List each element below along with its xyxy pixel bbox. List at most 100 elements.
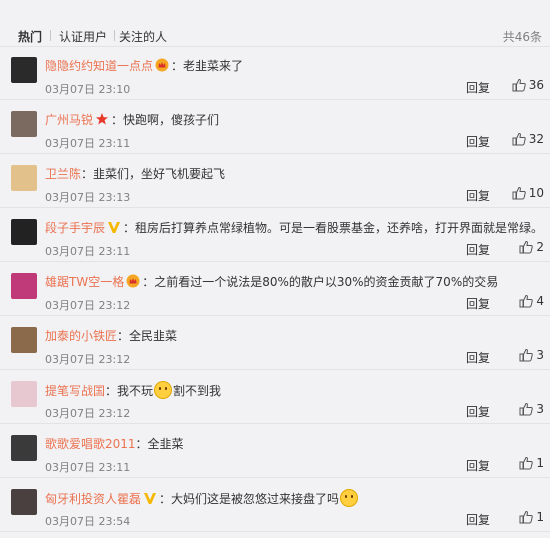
comment-line: 广州马锐 ：快跑啊，傻孩子们 [45, 111, 542, 129]
comment-row: 匈牙利投资人瞿磊 ：大妈们这是被忽悠过来接盘了吗 03月07日 23:54 回复 1 [0, 478, 550, 532]
like-button[interactable]: 4 [519, 294, 544, 310]
avatar[interactable] [11, 327, 37, 353]
comment-count: 共46条 [502, 30, 542, 44]
comment-line: 歌歌爱唱歌2011：全韭菜 [45, 435, 542, 453]
thumb-up-icon [512, 132, 526, 146]
comment-text: ：老韭菜来了 [171, 59, 244, 73]
avatar[interactable] [11, 435, 37, 461]
like-button[interactable]: 1 [519, 456, 544, 472]
comment-text: ：租房后打算养点常绿植物。可是一看股票基金，还养啥，打开界面就是常绿。 [123, 221, 542, 235]
comment-timestamp: 03月07日 23:12 [45, 407, 131, 420]
thumb-up-icon [519, 294, 534, 308]
comment-text: ：韭菜们，坐好飞机要起飞 [81, 167, 226, 181]
thumb-up-icon [519, 510, 534, 524]
avatar[interactable] [11, 219, 37, 245]
comment-username[interactable]: 匈牙利投资人瞿磊 [45, 492, 141, 506]
comment-row: 卫兰陈：韭菜们，坐好飞机要起飞 03月07日 23:13 回复 10 [0, 154, 550, 208]
comment-text: ：全民韭菜 [117, 329, 178, 343]
reply-button[interactable]: 回复 [466, 457, 490, 474]
comment-row: 段子手宇辰 ：租房后打算养点常绿植物。可是一看股票基金，还养啥，打开界面就是常绿。… [0, 208, 550, 262]
comment-line: 提笔写战国：我不玩 割不到我 [45, 381, 542, 399]
like-button[interactable]: 3 [519, 348, 544, 364]
like-count: 36 [528, 78, 544, 92]
comment-line: 加泰的小铁匠：全民韭菜 [45, 327, 542, 345]
like-count: 4 [536, 294, 544, 308]
comment-username[interactable]: 提笔写战国 [45, 384, 105, 398]
comment-text: ：快跑啊，傻孩子们 [111, 113, 220, 127]
reply-button[interactable]: 回复 [466, 79, 490, 96]
like-count: 3 [536, 402, 544, 416]
avatar[interactable] [11, 489, 37, 515]
like-button[interactable]: 32 [512, 132, 544, 148]
like-count: 3 [536, 348, 544, 362]
laugh-emoji [340, 489, 359, 507]
comment-username[interactable]: 雄踞TW空一格 [45, 275, 124, 289]
reply-button[interactable]: 回复 [466, 403, 490, 420]
tab-hot[interactable]: 热门 [18, 28, 42, 45]
tab-following[interactable]: 关注的人 [119, 28, 167, 45]
comment-timestamp: 03月07日 23:11 [45, 461, 131, 474]
comment-timestamp: 03月07日 23:54 [45, 515, 131, 528]
comment-row: 提笔写战国：我不玩 割不到我 03月07日 23:12 回复 3 [0, 370, 550, 424]
avatar[interactable] [11, 165, 37, 191]
comment-username[interactable]: 歌歌爱唱歌2011 [45, 437, 136, 451]
comment-username[interactable]: 卫兰陈 [45, 167, 81, 181]
like-count: 2 [536, 240, 544, 254]
comment-username[interactable]: 隐隐约约知道一点点 [45, 59, 153, 73]
comment-timestamp: 03月07日 23:12 [45, 299, 131, 312]
crown-icon [126, 274, 140, 288]
comment-username[interactable]: 段子手宇辰 [45, 221, 105, 235]
comment-text-tail: 割不到我 [173, 384, 222, 398]
like-button[interactable]: 3 [519, 402, 544, 418]
tab-verified-users[interactable]: 认证用户 [59, 28, 107, 45]
comment-tabs: 热门 认证用户 关注的人 共46条 [0, 0, 550, 47]
reply-button[interactable]: 回复 [466, 511, 490, 528]
reply-button[interactable]: 回复 [466, 295, 490, 312]
comment-list: 隐隐约约知道一点点 ：老韭菜来了 03月07日 23:10 回复 36 广州马锐 ：快跑啊，… [0, 46, 550, 532]
v-icon [144, 493, 157, 504]
thumb-up-icon [519, 456, 534, 470]
comment-username[interactable]: 加泰的小铁匠 [45, 329, 117, 343]
reply-button[interactable]: 回复 [466, 187, 490, 204]
comment-row: 加泰的小铁匠：全民韭菜 03月07日 23:12 回复 3 [0, 316, 550, 370]
like-count: 1 [536, 510, 544, 524]
avatar[interactable] [11, 273, 37, 299]
thumb-up-icon [512, 78, 526, 92]
comment-row: 歌歌爱唱歌2011：全韭菜 03月07日 23:11 回复 1 [0, 424, 550, 478]
like-button[interactable]: 36 [512, 78, 544, 94]
comment-text: ：全韭菜 [135, 437, 184, 451]
comment-text: ：大妈们这是被忽悠过来接盘了吗 [159, 492, 340, 506]
star-icon [96, 113, 109, 125]
comment-timestamp: 03月07日 23:12 [45, 353, 131, 366]
v-icon [108, 222, 121, 233]
like-button[interactable]: 1 [519, 510, 544, 526]
smile-emoji [154, 381, 173, 399]
reply-button[interactable]: 回复 [466, 133, 490, 150]
like-button[interactable]: 2 [519, 240, 544, 256]
comment-panel: 热门 认证用户 关注的人 共46条 隐隐约约知道一点点 ：老韭菜来了 03月07日 … [0, 0, 550, 538]
comment-text: ：我不玩 [105, 384, 154, 398]
thumb-up-icon [519, 348, 534, 362]
thumb-up-icon [519, 240, 534, 254]
comment-username[interactable]: 广州马锐 [45, 113, 93, 127]
avatar[interactable] [11, 57, 37, 83]
thumb-up-icon [512, 186, 526, 200]
comment-line: 隐隐约约知道一点点 ：老韭菜来了 [45, 57, 542, 75]
comment-timestamp: 03月07日 23:13 [45, 191, 131, 204]
comment-row: 隐隐约约知道一点点 ：老韭菜来了 03月07日 23:10 回复 36 [0, 46, 550, 100]
thumb-up-icon [519, 402, 534, 416]
comment-line: 雄踞TW空一格 ：之前看过一个说法是80%的散户以30%的资金贡献了70%的交易 [45, 273, 542, 291]
avatar[interactable] [11, 111, 37, 137]
comment-row: 广州马锐 ：快跑啊，傻孩子们 03月07日 23:11 回复 32 [0, 100, 550, 154]
comment-timestamp: 03月07日 23:11 [45, 245, 131, 258]
comment-timestamp: 03月07日 23:11 [45, 137, 131, 150]
reply-button[interactable]: 回复 [466, 241, 490, 258]
reply-button[interactable]: 回复 [466, 349, 490, 366]
like-count: 10 [528, 186, 544, 200]
crown-icon [155, 58, 169, 72]
like-button[interactable]: 10 [512, 186, 544, 202]
comment-row: 雄踞TW空一格 ：之前看过一个说法是80%的散户以30%的资金贡献了70%的交易 0… [0, 262, 550, 316]
tab-divider [114, 30, 115, 41]
like-count: 32 [528, 132, 544, 146]
avatar[interactable] [11, 381, 37, 407]
